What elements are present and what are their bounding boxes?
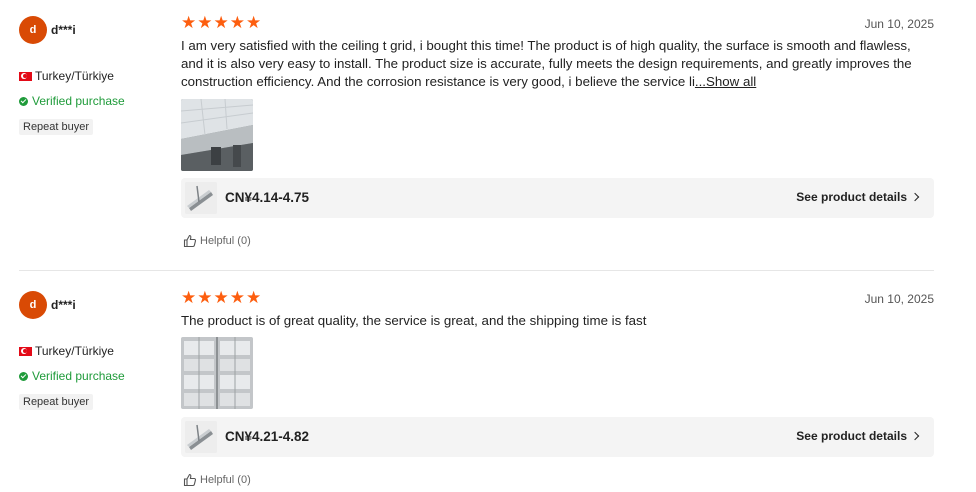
star-icon: ★ bbox=[197, 13, 213, 33]
verified-check-icon bbox=[19, 371, 28, 381]
star-icon: ★ bbox=[181, 13, 197, 33]
turkey-flag-icon bbox=[19, 346, 32, 356]
reviewer-name: d***i bbox=[51, 298, 76, 312]
country-label: Turkey/Türkiye bbox=[35, 69, 114, 83]
t-grid-product-image bbox=[185, 421, 217, 453]
helpful-label: Helpful (0) bbox=[200, 474, 251, 486]
review-photo[interactable] bbox=[181, 337, 253, 409]
star-rating: ★ ★ ★ ★ ★ bbox=[181, 15, 261, 32]
ceiling-grid-photo-image bbox=[181, 337, 253, 409]
review-date: Jun 10, 2025 bbox=[864, 17, 934, 31]
product-price: CN¥4.14-4.75 bbox=[225, 190, 310, 205]
helpful-button[interactable]: Helpful (0) bbox=[183, 234, 251, 248]
details-label: See product details bbox=[796, 429, 907, 443]
reviewer-country: Turkey/Türkiye bbox=[19, 344, 114, 358]
star-icon: ★ bbox=[229, 13, 245, 33]
verified-purchase: Verified purchase bbox=[19, 369, 125, 383]
review-item: d d***i Turkey/Türkiye Verified purchase… bbox=[0, 271, 976, 492]
star-rating: ★ ★ ★ ★ ★ bbox=[181, 290, 261, 307]
review-body: I am very satisfied with the ceiling t g… bbox=[181, 38, 912, 89]
ceiling-photo-image bbox=[181, 99, 253, 171]
star-icon: ★ bbox=[213, 13, 229, 33]
details-label: See product details bbox=[796, 190, 907, 204]
verified-purchase: Verified purchase bbox=[19, 94, 125, 108]
review-date: Jun 10, 2025 bbox=[864, 292, 934, 306]
helpful-label: Helpful (0) bbox=[200, 235, 251, 247]
chevron-right-icon bbox=[910, 192, 920, 202]
product-thumbnail bbox=[185, 421, 217, 453]
repeat-buyer-badge: Repeat buyer bbox=[19, 394, 94, 410]
review-text: The product is of great quality, the ser… bbox=[181, 312, 921, 330]
review-photo[interactable] bbox=[181, 99, 253, 171]
chevron-right-icon bbox=[910, 431, 920, 441]
turkey-flag-icon bbox=[19, 71, 32, 81]
star-icon: ★ bbox=[246, 288, 262, 308]
review-text: I am very satisfied with the ceiling t g… bbox=[181, 37, 921, 91]
helpful-button[interactable]: Helpful (0) bbox=[183, 473, 251, 487]
repeat-buyer-badge: Repeat buyer bbox=[19, 119, 94, 135]
thumbs-up-icon bbox=[183, 234, 197, 248]
t-grid-product-image bbox=[185, 182, 217, 214]
avatar: d bbox=[19, 291, 47, 319]
product-bar[interactable]: CN¥4.21-4.82 See product details bbox=[181, 417, 934, 457]
star-icon: ★ bbox=[197, 288, 213, 308]
star-icon: ★ bbox=[229, 288, 245, 308]
country-label: Turkey/Türkiye bbox=[35, 344, 114, 358]
product-thumbnail bbox=[185, 182, 217, 214]
verified-check-icon bbox=[19, 96, 28, 106]
product-price: CN¥4.21-4.82 bbox=[225, 429, 310, 444]
thumbs-up-icon bbox=[183, 473, 197, 487]
star-icon: ★ bbox=[181, 288, 197, 308]
avatar: d bbox=[19, 16, 47, 44]
reviewer-name: d***i bbox=[51, 23, 76, 37]
verified-label: Verified purchase bbox=[32, 94, 125, 108]
product-bar[interactable]: CN¥4.14-4.75 See product details bbox=[181, 178, 934, 218]
verified-label: Verified purchase bbox=[32, 369, 125, 383]
star-icon: ★ bbox=[213, 288, 229, 308]
see-product-details-link[interactable]: See product details bbox=[796, 190, 920, 204]
review-item: d d***i Turkey/Türkiye Verified purchase… bbox=[0, 0, 976, 270]
review-body: The product is of great quality, the ser… bbox=[181, 313, 647, 328]
star-icon: ★ bbox=[246, 13, 262, 33]
reviewer-country: Turkey/Türkiye bbox=[19, 69, 114, 83]
see-product-details-link[interactable]: See product details bbox=[796, 429, 920, 443]
show-all-link[interactable]: ...Show all bbox=[695, 74, 756, 89]
